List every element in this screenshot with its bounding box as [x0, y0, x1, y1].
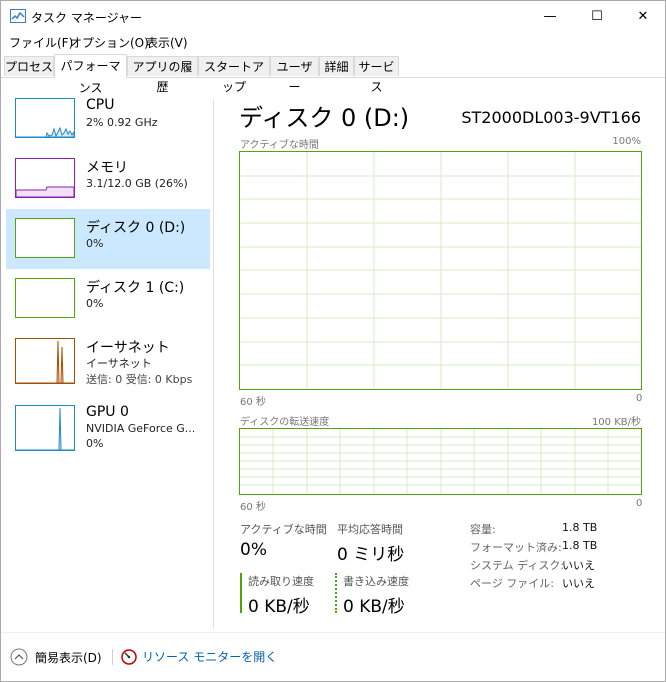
transfer-rate-graph-max: 100 KB/秒: [591, 417, 641, 428]
title-bar: タスク マネージャー — ☐ ✕: [1, 1, 665, 32]
minimize-button[interactable]: —: [527, 1, 573, 32]
sidebar-item-memory[interactable]: メモリ 3.1/12.0 GB (26%): [6, 149, 210, 209]
read-speed-legend-line: [240, 573, 242, 613]
maximize-button[interactable]: ☐: [574, 1, 620, 32]
page-file-value: いいえ: [562, 577, 595, 590]
disk-0-thumbnail-graph: [15, 218, 75, 258]
capacity-label: 容量:: [470, 523, 496, 536]
footer-bar: 簡易表示(D) リソース モニターを開く: [1, 641, 665, 677]
system-disk-value: いいえ: [562, 559, 595, 572]
tab-users[interactable]: ユーザー: [270, 56, 319, 94]
cpu-thumbnail-graph: [15, 98, 75, 138]
tab-app-history[interactable]: アプリの履歴: [127, 56, 198, 94]
tab-startup[interactable]: スタートアップ: [198, 56, 270, 94]
minimize-icon: —: [543, 9, 557, 24]
capacity-value: 1.8 TB: [562, 521, 598, 534]
active-time-stat-label: アクティブな時間: [240, 523, 327, 536]
sidebar-item-gpu-0[interactable]: GPU 0 NVIDIA GeForce G... 0%: [6, 396, 210, 456]
write-speed-stat-label: 書き込み速度: [343, 575, 409, 588]
active-time-graph-time-span: 60 秒: [240, 397, 266, 408]
sidebar-item-title: ディスク 0 (D:): [86, 220, 186, 236]
fewer-details-button[interactable]: 簡易表示(D): [10, 648, 102, 666]
page-title: ディスク 0 (D:): [239, 104, 410, 132]
active-time-stat-value: 0%: [240, 540, 267, 560]
footer-separator: [112, 649, 113, 665]
sidebar-item-disk-1[interactable]: ディスク 1 (C:) 0%: [6, 269, 210, 329]
active-time-graph-min: 0: [636, 393, 643, 404]
read-speed-stat-label: 読み取り速度: [248, 575, 314, 588]
close-icon: ✕: [637, 9, 649, 24]
menu-view[interactable]: 表示(V): [146, 34, 188, 51]
menu-file[interactable]: ファイル(F): [9, 34, 73, 51]
response-time-stat-value: 0 ミリ秒: [337, 545, 405, 565]
sidebar-item-detail: 0%: [86, 237, 104, 250]
tab-bar: プロセス パフォーマンス アプリの履歴 スタートアップ ユーザー 詳細 サービス: [1, 54, 665, 95]
resource-monitor-link-label: リソース モニターを開く: [142, 650, 278, 664]
transfer-rate-graph-time-span: 60 秒: [240, 502, 266, 513]
chevron-up-circle-icon: [10, 648, 28, 666]
sidebar-item-detail: 2% 0.92 GHz: [86, 116, 158, 129]
sidebar-item-detail: 0%: [86, 297, 104, 310]
menu-options[interactable]: オプション(O): [70, 34, 149, 51]
active-time-graph-max: 100%: [612, 136, 641, 147]
sidebar-item-disk-0[interactable]: ディスク 0 (D:) 0%: [6, 209, 210, 269]
write-speed-legend-line: [335, 573, 337, 613]
sidebar-item-detail: NVIDIA GeForce G...: [86, 422, 196, 435]
formatted-value: 1.8 TB: [562, 539, 598, 552]
system-disk-label: システム ディスク:: [470, 559, 565, 572]
sidebar-item-title: GPU 0: [86, 404, 129, 420]
read-speed-stat-value: 0 KB/秒: [248, 597, 310, 617]
sidebar-item-title: メモリ: [86, 160, 128, 176]
window-title: タスク マネージャー: [31, 11, 142, 25]
sidebar-item-title: ディスク 1 (C:): [86, 280, 185, 296]
resource-monitor-icon: [121, 648, 137, 665]
transfer-rate-graph-label: ディスクの転送速度: [240, 417, 330, 428]
gpu-thumbnail-graph: [15, 405, 75, 451]
sidebar-item-throughput: 送信: 0 受信: 0 Kbps: [86, 373, 193, 386]
tab-processes[interactable]: プロセス: [4, 56, 54, 76]
disk-1-thumbnail-graph: [15, 278, 75, 318]
transfer-rate-graph: [239, 428, 642, 495]
sidebar-item-title: イーサネット: [86, 340, 170, 356]
close-button[interactable]: ✕: [620, 1, 665, 32]
sidebar-item-usage: 0%: [86, 437, 104, 450]
transfer-rate-grid: [240, 429, 641, 494]
active-time-graph: [239, 151, 642, 390]
sidebar-item-ethernet[interactable]: イーサネット イーサネット 送信: 0 受信: 0 Kbps: [6, 329, 210, 395]
tab-services[interactable]: サービス: [354, 56, 399, 94]
sidebar-item-detail: 3.1/12.0 GB (26%): [86, 177, 188, 190]
fewer-details-label: 簡易表示(D): [35, 650, 102, 665]
response-time-stat-label: 平均応答時間: [337, 523, 403, 536]
transfer-rate-graph-min: 0: [636, 498, 643, 509]
formatted-label: フォーマット済み:: [470, 541, 562, 554]
sidebar-divider: [213, 99, 214, 629]
page-file-label: ページ ファイル:: [470, 577, 554, 590]
active-time-graph-label: アクティブな時間: [240, 140, 319, 151]
memory-thumbnail-graph: [15, 158, 75, 198]
menu-bar: ファイル(F) オプション(O) 表示(V): [1, 32, 665, 52]
write-speed-stat-value: 0 KB/秒: [343, 597, 405, 617]
ethernet-thumbnail-graph: [15, 338, 75, 384]
disk-model-name: ST2000DL003-9VT166: [461, 108, 641, 127]
tab-details[interactable]: 詳細: [319, 56, 354, 76]
tab-performance[interactable]: パフォーマンス: [54, 54, 127, 95]
maximize-icon: ☐: [591, 9, 603, 24]
sidebar-item-cpu[interactable]: CPU 2% 0.92 GHz: [6, 89, 210, 149]
active-time-grid: [240, 152, 641, 389]
task-manager-app-icon: [10, 9, 26, 23]
task-manager-window: タスク マネージャー — ☐ ✕ ファイル(F) オプション(O) 表示(V) …: [0, 0, 666, 682]
footer-divider: [1, 632, 665, 633]
open-resource-monitor-link[interactable]: リソース モニターを開く: [121, 648, 277, 665]
sidebar-item-detail: イーサネット: [86, 357, 152, 370]
sidebar-item-title: CPU: [86, 97, 115, 113]
performance-sidebar: CPU 2% 0.92 GHz メモリ 3.1/12.0 GB (26%) ディ…: [1, 89, 213, 629]
